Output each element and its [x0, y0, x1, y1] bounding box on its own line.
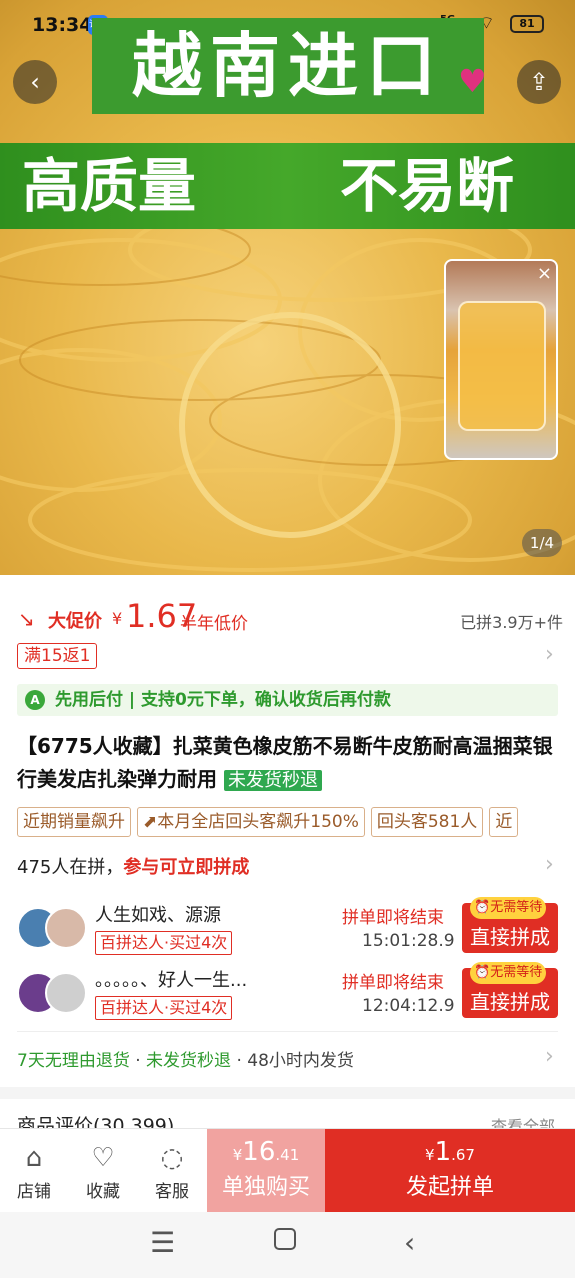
group-label: 发起拼单 — [405, 1175, 494, 1200]
join-group-button[interactable]: ⏰无需等待 直接拼成 — [462, 897, 558, 953]
pay-later-text: 先用后付 | 支持0元下单，确认收货后再付款 — [55, 690, 391, 710]
home-icon[interactable] — [274, 1228, 296, 1250]
group-user-name: 人生如戏、源源 — [95, 905, 221, 926]
divider — [17, 1031, 558, 1032]
clock-icon: ⏰ — [474, 965, 491, 980]
video-preview[interactable]: × — [444, 259, 558, 460]
coupon-badge[interactable]: 满15返1 — [17, 643, 98, 669]
tag-item[interactable]: 回头客581人 — [370, 807, 484, 837]
join-group-label: 直接拼成 — [470, 925, 550, 949]
banner-top: 越南进口 — [92, 18, 484, 114]
join-group-label: 直接拼成 — [470, 990, 550, 1014]
sold-count: 已拼3.9万+件 — [460, 613, 563, 632]
group-price: ¥1.67 — [325, 1137, 575, 1167]
battery-icon: 81 — [510, 15, 544, 33]
product-title: 【6775人收藏】扎菜黄色橡皮筋不易断牛皮筋耐高温捆菜银行美发店扎染弹力耐用 未… — [17, 730, 562, 797]
group-user-badge: 百拼达人·买过4次 — [95, 931, 233, 955]
chevron-right-icon[interactable]: › — [545, 642, 554, 667]
store-label: 店铺 — [17, 1182, 51, 1202]
service-shipping: 48小时内发货 — [247, 1051, 354, 1071]
single-price-dec: .41 — [275, 1146, 300, 1164]
chevron-right-icon[interactable]: › — [545, 852, 554, 877]
trend-down-icon: ↘ — [18, 607, 35, 631]
price-row: ↘ 大促价 ¥ 1.67 半年低价 已拼3.9万+件 — [18, 597, 563, 635]
single-currency: ¥ — [232, 1146, 243, 1164]
customer-service-label: 客服 — [155, 1182, 189, 1202]
back-button[interactable]: ‹ — [13, 60, 57, 104]
chat-icon: ◌ — [160, 1143, 184, 1173]
status-time: 13:34 — [32, 14, 93, 36]
group-user-name: 。。。。。、好人一生... — [95, 970, 248, 991]
tag-item[interactable]: 近期销量飙升 — [17, 807, 131, 837]
heart-icon[interactable]: ♥ — [458, 64, 498, 98]
image-counter: 1/4 — [522, 529, 562, 557]
buy-single-button[interactable]: ¥16.41 单独购买 — [207, 1129, 325, 1213]
banner-left-text: 高质量 — [22, 152, 197, 220]
tag-list: 近期销量飙升 ⬈本月全店回头客飙升150% 回头客581人近 — [17, 807, 575, 837]
share-button[interactable]: ⇪ — [517, 60, 561, 104]
no-wait-hint: ⏰无需等待 — [470, 962, 547, 984]
no-wait-label: 无需等待 — [490, 900, 543, 915]
close-icon[interactable]: × — [537, 263, 552, 284]
low-price-tag: 半年低价 — [180, 614, 248, 634]
no-wait-label: 无需等待 — [490, 965, 543, 980]
price-currency: ¥ — [112, 609, 123, 628]
bottom-action-bar: ⌂ 店铺 ♡ 收藏 ◌ 客服 ¥16.41 单独购买 ¥1.67 发起拼单 — [0, 1128, 575, 1213]
share-icon: ⇪ — [528, 68, 550, 96]
group-user-badge: 百拼达人·买过4次 — [95, 996, 233, 1020]
no-wait-hint: ⏰无需等待 — [470, 897, 547, 919]
service-refund: 未发货秒退 — [146, 1051, 232, 1071]
chevron-left-icon: ‹ — [30, 68, 40, 96]
service-dot: · — [135, 1051, 147, 1071]
heart-outline-icon: ♡ — [91, 1143, 115, 1173]
chevron-right-icon[interactable]: › — [545, 1044, 554, 1069]
start-group-button[interactable]: ¥1.67 发起拼单 — [325, 1129, 575, 1213]
group-countdown: 12:04:12.9 — [362, 996, 455, 1016]
fast-refund-badge: 未发货秒退 — [223, 770, 322, 791]
video-thumbnail — [458, 301, 546, 431]
service-dot: · — [236, 1051, 248, 1071]
service-guarantees[interactable]: 7天无理由退货 · 未发货秒退 · 48小时内发货 — [17, 1046, 354, 1071]
single-label: 单独购买 — [221, 1175, 310, 1200]
system-nav-bar: ☰ ‹ — [0, 1212, 575, 1278]
join-group-button[interactable]: ⏰无需等待 直接拼成 — [462, 962, 558, 1018]
pay-later-icon: A — [25, 690, 45, 710]
group-ending-label: 拼单即将结束 — [342, 973, 444, 993]
group-countdown: 15:01:28.9 — [362, 931, 455, 951]
single-price-int: 16 — [242, 1137, 276, 1167]
group-count[interactable]: 475人在拼，参与可立即拼成 — [17, 853, 249, 879]
tag-item[interactable]: 近 — [489, 807, 519, 837]
group-cta: 参与可立即拼成 — [123, 857, 250, 878]
tag-item-label: 本月全店回头客飙升150% — [157, 812, 359, 832]
service-return: 7天无理由退货 — [17, 1051, 130, 1071]
menu-icon[interactable]: ☰ — [150, 1226, 175, 1259]
banner-bottom: 高质量 不易断 — [0, 143, 575, 229]
group-price-dec: .67 — [451, 1146, 475, 1164]
avatar — [45, 907, 87, 949]
back-nav-icon[interactable]: ‹ — [404, 1226, 415, 1259]
group-count-text: 475人在拼， — [17, 857, 124, 878]
store-icon: ⌂ — [25, 1143, 43, 1173]
clock-icon: ⏰ — [474, 900, 491, 915]
store-button[interactable]: ⌂ 店铺 — [4, 1129, 64, 1213]
favorite-label: 收藏 — [86, 1182, 120, 1202]
group-item: 人生如戏、源源 百拼达人·买过4次 拼单即将结束 15:01:28.9 ⏰无需等… — [17, 897, 562, 963]
group-price-int: 1 — [434, 1137, 452, 1167]
tag-item[interactable]: ⬈本月全店回头客飙升150% — [137, 807, 365, 837]
pay-later-banner[interactable]: A 先用后付 | 支持0元下单，确认收货后再付款 — [17, 684, 558, 716]
promo-label: 大促价 — [48, 611, 102, 632]
group-item: 。。。。。、好人一生... 百拼达人·买过4次 拼单即将结束 12:04:12.… — [17, 962, 562, 1028]
single-price: ¥16.41 — [207, 1137, 325, 1167]
product-image-carousel[interactable]: 13:34 订东 5G ⌔ 81 越南进口 高质量 不易断 ‹ ♥ ⇪ × 1/… — [0, 0, 575, 575]
favorite-button[interactable]: ♡ 收藏 — [73, 1129, 133, 1213]
customer-service-button[interactable]: ◌ 客服 — [142, 1129, 202, 1213]
banner-right-text: 不易断 — [340, 152, 515, 220]
group-currency: ¥ — [425, 1146, 435, 1164]
avatar — [45, 972, 87, 1014]
trend-up-icon: ⬈ — [143, 812, 158, 832]
group-ending-label: 拼单即将结束 — [342, 908, 444, 928]
